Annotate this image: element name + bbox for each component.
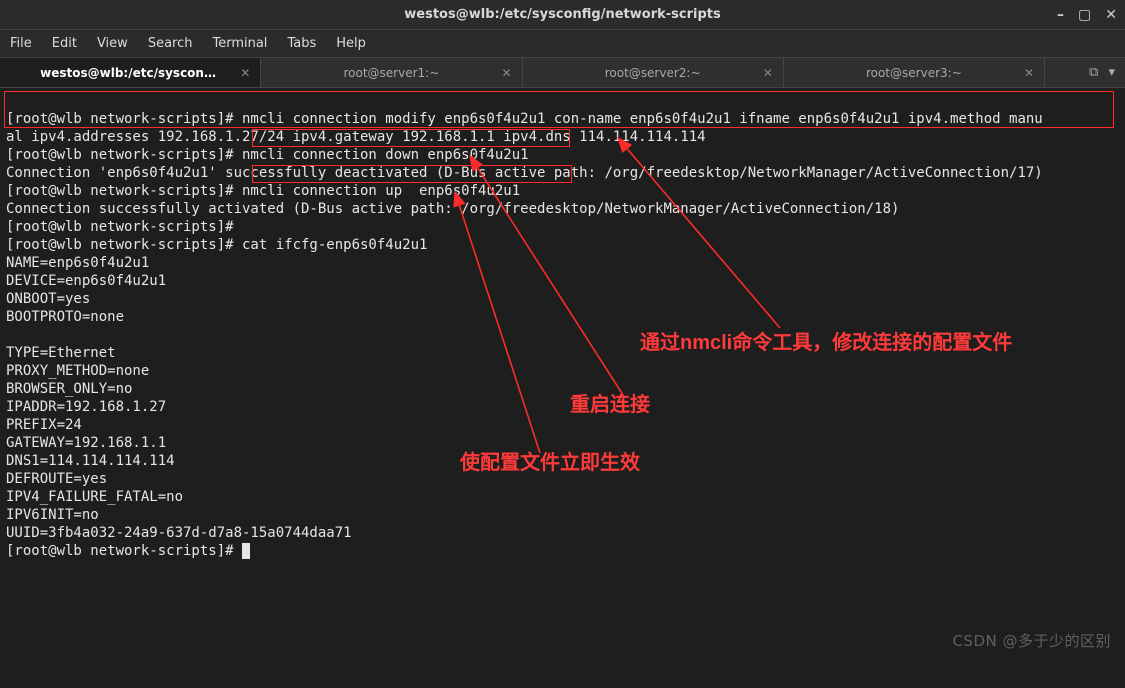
tab-3[interactable]: root@server3:~ ✕ <box>784 58 1045 87</box>
tab-2-label: root@server2:~ <box>605 66 701 80</box>
tab-2[interactable]: root@server2:~ ✕ <box>523 58 784 87</box>
terminal-wrap: [root@wlb network-scripts]# nmcli connec… <box>0 88 1125 582</box>
new-tab-icon[interactable]: ⧉ <box>1089 65 1098 80</box>
tab-3-close-icon[interactable]: ✕ <box>1024 66 1034 80</box>
menubar: File Edit View Search Terminal Tabs Help <box>0 30 1125 58</box>
term-line-14: TYPE=Ethernet <box>6 345 116 361</box>
window-title: westos@wlb:/etc/sysconfig/network-script… <box>404 7 720 22</box>
term-line-24: UUID=3fb4a032-24a9-637d-d7a8-15a0744daa7… <box>6 525 352 541</box>
term-line-20: DNS1=114.114.114.114 <box>6 453 175 469</box>
menu-terminal[interactable]: Terminal <box>212 36 267 51</box>
tab-menu-icon[interactable]: ▾ <box>1108 65 1115 80</box>
term-line-11: ONBOOT=yes <box>6 291 90 307</box>
tab-1-label: root@server1:~ <box>343 66 439 80</box>
term-line-16: BROWSER_ONLY=no <box>6 381 132 397</box>
term-line-6: Connection successfully activated (D-Bus… <box>6 201 899 217</box>
term-line-17: IPADDR=192.168.1.27 <box>6 399 166 415</box>
term-line-21: DEFROUTE=yes <box>6 471 107 487</box>
term-line-2: al ipv4.addresses 192.168.1.27/24 ipv4.g… <box>6 129 706 145</box>
close-button[interactable]: ✕ <box>1105 7 1117 23</box>
tab-0[interactable]: westos@wlb:/etc/sysconfi… ✕ <box>0 58 261 87</box>
term-line-3: [root@wlb network-scripts]# nmcli connec… <box>6 147 529 163</box>
tab-tools: ⧉ ▾ <box>1045 58 1125 87</box>
tab-1[interactable]: root@server1:~ ✕ <box>261 58 522 87</box>
menu-view[interactable]: View <box>97 36 128 51</box>
term-line-15: PROXY_METHOD=none <box>6 363 149 379</box>
titlebar: westos@wlb:/etc/sysconfig/network-script… <box>0 0 1125 30</box>
term-line-7: [root@wlb network-scripts]# <box>6 219 242 235</box>
menu-tabs[interactable]: Tabs <box>287 36 316 51</box>
term-line-18: PREFIX=24 <box>6 417 82 433</box>
tab-2-close-icon[interactable]: ✕ <box>763 66 773 80</box>
term-line-23: IPV6INIT=no <box>6 507 99 523</box>
window-buttons: – ▢ ✕ <box>1057 0 1117 30</box>
watermark: CSDN @多于少的区别 <box>952 630 1111 651</box>
term-line-4: Connection 'enp6s0f4u2u1' successfully d… <box>6 165 1043 181</box>
term-line-12: BOOTPROTO=none <box>6 309 124 325</box>
tab-0-close-icon[interactable]: ✕ <box>240 66 250 80</box>
term-line-1: [root@wlb network-scripts]# nmcli connec… <box>6 111 1043 127</box>
term-line-19: GATEWAY=192.168.1.1 <box>6 435 166 451</box>
menu-edit[interactable]: Edit <box>52 36 77 51</box>
minimize-button[interactable]: – <box>1057 7 1064 23</box>
menu-file[interactable]: File <box>10 36 32 51</box>
term-line-9: NAME=enp6s0f4u2u1 <box>6 255 149 271</box>
term-line-5: [root@wlb network-scripts]# nmcli connec… <box>6 183 520 199</box>
maximize-button[interactable]: ▢ <box>1078 7 1091 23</box>
tab-1-close-icon[interactable]: ✕ <box>501 66 511 80</box>
term-line-10: DEVICE=enp6s0f4u2u1 <box>6 273 166 289</box>
tab-0-label: westos@wlb:/etc/sysconfi… <box>40 66 220 80</box>
tabbar: westos@wlb:/etc/sysconfi… ✕ root@server1… <box>0 58 1125 88</box>
menu-help[interactable]: Help <box>336 36 366 51</box>
tab-3-label: root@server3:~ <box>866 66 962 80</box>
cursor <box>242 543 250 559</box>
term-line-25: [root@wlb network-scripts]# <box>6 543 242 559</box>
term-line-22: IPV4_FAILURE_FATAL=no <box>6 489 183 505</box>
terminal[interactable]: [root@wlb network-scripts]# nmcli connec… <box>0 88 1125 582</box>
menu-search[interactable]: Search <box>148 36 193 51</box>
term-line-8: [root@wlb network-scripts]# cat ifcfg-en… <box>6 237 427 253</box>
